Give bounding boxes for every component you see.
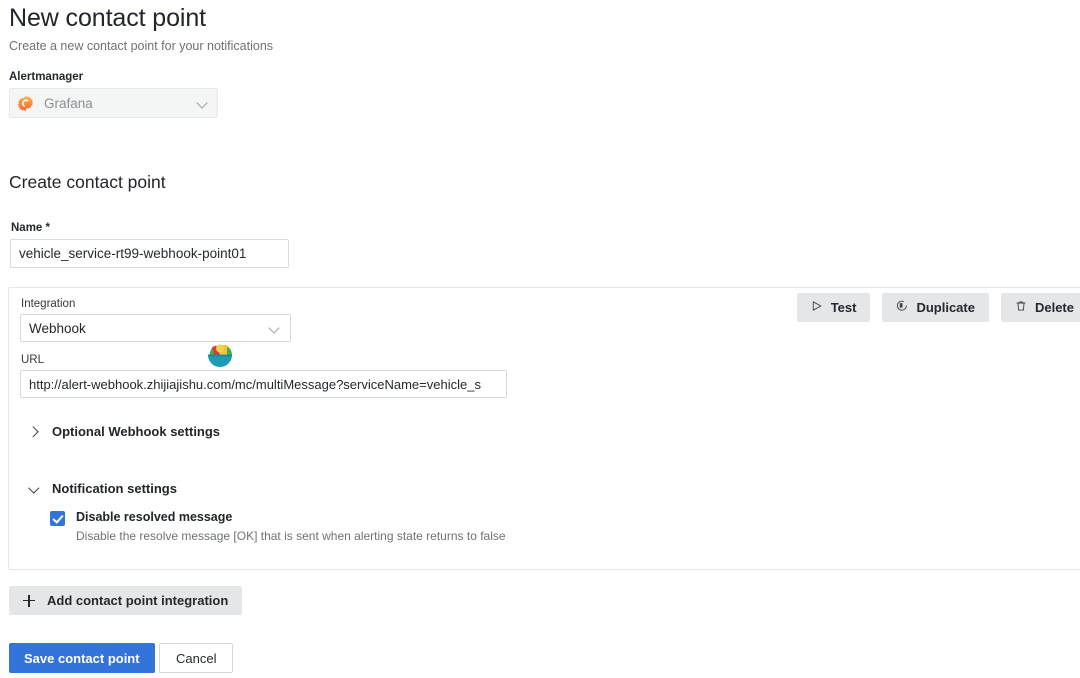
integration-type-value: Webhook (29, 320, 86, 336)
delete-button[interactable]: Delete (1000, 293, 1080, 322)
notification-settings-toggle[interactable]: Notification settings (29, 481, 177, 496)
optional-webhook-settings-label: Optional Webhook settings (52, 424, 221, 439)
save-contact-point-button[interactable]: Save contact point (9, 643, 155, 673)
chevron-down-icon (197, 98, 208, 109)
integration-card: Integration Webhook URL Test (8, 287, 1080, 570)
cancel-button[interactable]: Cancel (159, 643, 234, 673)
alertmanager-label: Alertmanager (9, 71, 84, 83)
integration-type-select[interactable]: Webhook (20, 314, 291, 342)
trash-icon (1015, 300, 1027, 315)
disable-resolved-message-checkbox[interactable] (50, 511, 65, 526)
disable-resolved-message-description: Disable the resolve message [OK] that is… (76, 529, 506, 543)
duplicate-button-label: Duplicate (916, 300, 975, 315)
page-title: New contact point (9, 4, 207, 32)
plus-icon (23, 594, 35, 607)
url-input[interactable] (20, 370, 507, 398)
integration-label: Integration (21, 298, 76, 310)
test-button-label: Test (830, 300, 857, 315)
grafana-logo-icon (17, 95, 34, 112)
copy-icon (896, 300, 908, 315)
integration-actions: Test Duplicate Delete (796, 293, 1080, 322)
delete-button-label: Delete (1034, 300, 1074, 315)
alertmanager-select[interactable]: Grafana (9, 88, 218, 118)
alertmanager-value: Grafana (44, 95, 93, 111)
url-label: URL (21, 354, 45, 366)
optional-webhook-settings-toggle[interactable]: Optional Webhook settings (29, 424, 220, 439)
disable-resolved-message-block: Disable resolved message Disable the res… (50, 510, 506, 543)
duplicate-button[interactable]: Duplicate (882, 293, 989, 322)
play-icon (811, 300, 823, 315)
disable-resolved-message-label: Disable resolved message (76, 510, 233, 524)
name-input[interactable] (10, 239, 289, 268)
chevron-right-icon (29, 427, 39, 437)
page-subtitle: Create a new contact point for your noti… (9, 39, 274, 53)
section-title: Create contact point (9, 172, 166, 192)
add-contact-point-integration-label: Add contact point integration (47, 593, 229, 608)
chevron-down-icon (29, 484, 39, 494)
test-button[interactable]: Test (796, 293, 871, 322)
chevron-down-icon (269, 323, 280, 334)
name-label: Name * (11, 222, 50, 234)
new-contact-point-page: New contact point Create a new contact p… (0, 0, 1080, 678)
notification-settings-label: Notification settings (52, 481, 177, 496)
add-contact-point-integration-button[interactable]: Add contact point integration (9, 586, 243, 615)
